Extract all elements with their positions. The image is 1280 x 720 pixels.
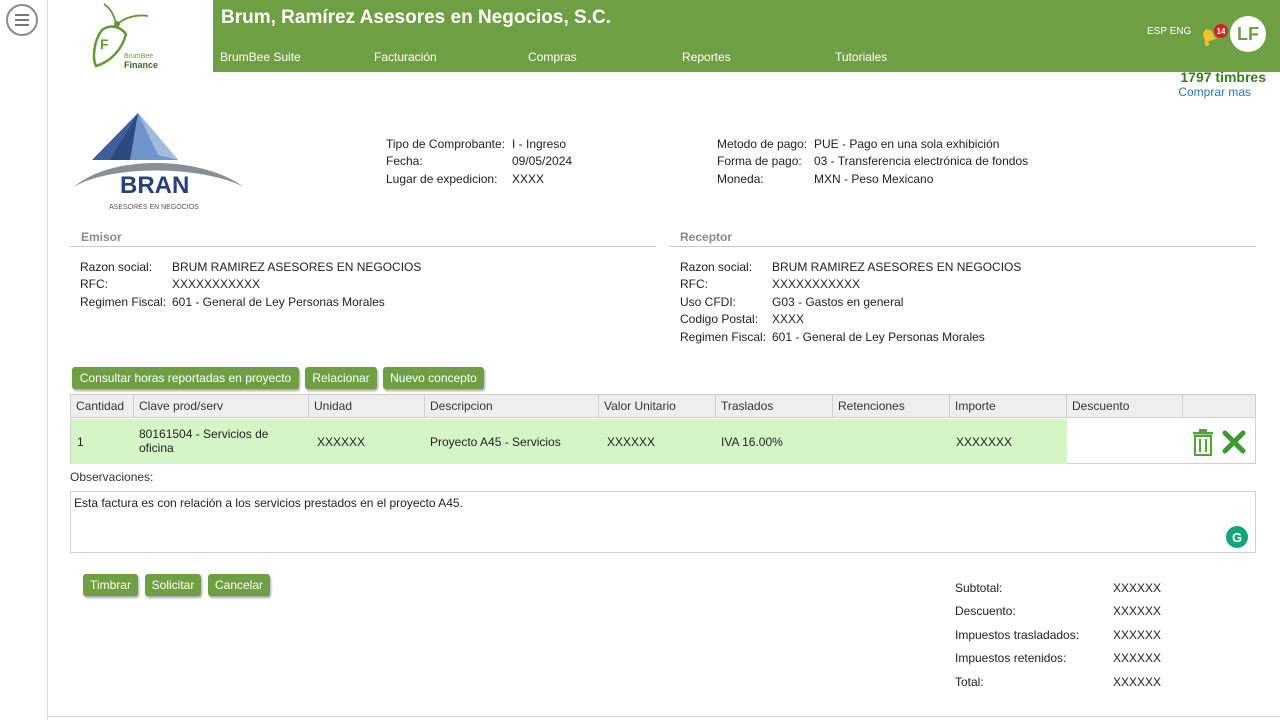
- info-value: 601 - General de Ley Personas Morales: [772, 330, 985, 344]
- close-icon[interactable]: [1221, 429, 1247, 455]
- cancelar-button[interactable]: Cancelar: [208, 574, 270, 596]
- total-label: Total:: [955, 675, 984, 689]
- grammarly-icon[interactable]: G: [1226, 526, 1248, 548]
- info-value: PUE - Pago en una sola exhibición: [814, 137, 1000, 151]
- table-row[interactable]: 1 80161504 - Servicios de oficina XXXXXX…: [71, 419, 1067, 464]
- info-label: RFC:: [80, 277, 108, 291]
- observaciones-textarea[interactable]: Esta factura es con relación a los servi…: [70, 491, 1256, 553]
- avatar[interactable]: LF: [1230, 16, 1266, 52]
- col-importe: Importe: [950, 395, 1067, 418]
- col-descripcion: Descripcion: [425, 395, 599, 418]
- table-header: Cantidad Clave prod/serv Unidad Descripc…: [71, 395, 1255, 418]
- descuento-label: Descuento:: [955, 604, 1016, 618]
- info-value: XXXXXXXXXXX: [172, 277, 261, 291]
- info-label: Razon social:: [80, 260, 153, 274]
- info-value: XXXX: [772, 312, 805, 326]
- info-value: 601 - General de Ley Personas Morales: [172, 295, 385, 309]
- brand-line1: BrumBee: [124, 53, 154, 60]
- info-label: Forma de pago:: [717, 154, 802, 168]
- info-label: Lugar de expedicion:: [386, 172, 498, 186]
- nuevo-concepto-button[interactable]: Nuevo concepto: [383, 367, 484, 389]
- col-descuento: Descuento: [1067, 395, 1183, 418]
- nav-tutoriales[interactable]: Tutoriales: [835, 50, 887, 64]
- cell-cantidad: 1: [77, 435, 84, 449]
- observaciones-label: Observaciones:: [70, 470, 154, 484]
- info-label: Codigo Postal:: [680, 312, 759, 326]
- info-label: Fecha:: [386, 154, 423, 168]
- cell-clave-line2: oficina: [139, 441, 174, 455]
- nav-facturacion[interactable]: Facturación: [374, 50, 437, 64]
- emisor-title: Emisor: [81, 230, 122, 244]
- nav-compras[interactable]: Compras: [528, 50, 577, 64]
- descuento-value: XXXXXX: [1113, 604, 1162, 618]
- emisor-divider: [70, 246, 656, 247]
- info-label: Regimen Fiscal:: [80, 295, 167, 309]
- impuestos-retenidos-label: Impuestos retenidos:: [955, 651, 1067, 665]
- info-value: I - Ingreso: [512, 137, 567, 151]
- info-value: 03 - Transferencia electrónica de fondos: [814, 154, 1029, 168]
- info-value: G03 - Gastos en general: [772, 295, 904, 309]
- col-clave: Clave prod/serv: [134, 395, 309, 418]
- brumbee-logo[interactable]: F BrumBee Finance: [80, 0, 176, 72]
- info-label: Regimen Fiscal:: [680, 330, 767, 344]
- info-label: RFC:: [680, 277, 708, 291]
- relacionar-button[interactable]: Relacionar: [305, 367, 377, 389]
- language-switch[interactable]: ESP ENG: [1147, 26, 1191, 37]
- col-valor-unitario: Valor Unitario: [599, 395, 716, 418]
- info-label: Uso CFDI:: [680, 295, 737, 309]
- brand-line2: Finance: [124, 60, 159, 70]
- top-bar: Brum, Ramírez Asesores en Negocios, S.C.…: [213, 0, 1280, 72]
- impuestos-trasladados-value: XXXXXX: [1113, 628, 1162, 642]
- logo-letter: F: [100, 36, 109, 52]
- stamps-count: 1797 timbres: [1180, 69, 1266, 85]
- info-label: Razon social:: [680, 260, 753, 274]
- hamburger-menu-icon[interactable]: [6, 4, 38, 36]
- col-unidad: Unidad: [309, 395, 425, 418]
- impuestos-retenidos-value: XXXXXX: [1113, 651, 1162, 665]
- info-value: 09/05/2024: [512, 154, 573, 168]
- notification-badge: 14: [1214, 24, 1228, 38]
- info-value: XXXXXXXXXXX: [772, 277, 861, 291]
- info-value: MXN - Peso Mexicano: [814, 172, 934, 186]
- concepts-table: Cantidad Clave prod/serv Unidad Descripc…: [70, 394, 1256, 464]
- total-value: XXXXXX: [1113, 675, 1162, 689]
- bottom-divider: [48, 716, 1280, 717]
- col-cantidad: Cantidad: [71, 395, 134, 418]
- col-traslados: Traslados: [716, 395, 833, 418]
- receptor-title: Receptor: [680, 230, 733, 244]
- cell-valor-unitario: XXXXXX: [607, 435, 656, 449]
- info-label: Tipo de Comprobante:: [386, 137, 505, 151]
- nav-brumbee-suite[interactable]: BrumBee Suite: [220, 50, 301, 64]
- bran-logo-subtitle: ASESORES EN NEGOCIOS: [109, 204, 199, 211]
- subtotal-label: Subtotal:: [955, 581, 1003, 595]
- subtotal-value: XXXXXX: [1113, 581, 1162, 595]
- cell-traslados: IVA 16.00%: [721, 435, 783, 449]
- nav-reportes[interactable]: Reportes: [682, 50, 731, 64]
- left-sidebar: [0, 0, 48, 720]
- info-label: Moneda:: [717, 172, 764, 186]
- buy-more-link[interactable]: Comprar mas: [1178, 85, 1251, 99]
- bran-logo-text: BRAN: [120, 172, 190, 199]
- info-value: BRUM RAMIREZ ASESORES EN NEGOCIOS: [772, 260, 1022, 274]
- cell-importe: XXXXXXX: [956, 435, 1013, 449]
- timbrar-button[interactable]: Timbrar: [83, 574, 138, 596]
- info-label: Metodo de pago:: [717, 137, 808, 151]
- info-value: BRUM RAMIREZ ASESORES EN NEGOCIOS: [172, 260, 422, 274]
- receptor-divider: [669, 246, 1256, 247]
- col-retenciones: Retenciones: [833, 395, 950, 418]
- cell-descripcion: Proyecto A45 - Servicios: [430, 435, 561, 449]
- impuestos-trasladados-label: Impuestos trasladados:: [955, 628, 1080, 642]
- solicitar-button[interactable]: Solicitar: [145, 574, 201, 596]
- trash-icon[interactable]: [1191, 428, 1215, 456]
- cell-unidad: XXXXXX: [317, 435, 366, 449]
- company-name: Brum, Ramírez Asesores en Negocios, S.C.: [221, 7, 611, 28]
- info-value: XXXX: [512, 172, 545, 186]
- consultar-horas-button[interactable]: Consultar horas reportadas en proyecto: [72, 367, 299, 389]
- cell-clave-line1: 80161504 - Servicios de: [139, 427, 269, 441]
